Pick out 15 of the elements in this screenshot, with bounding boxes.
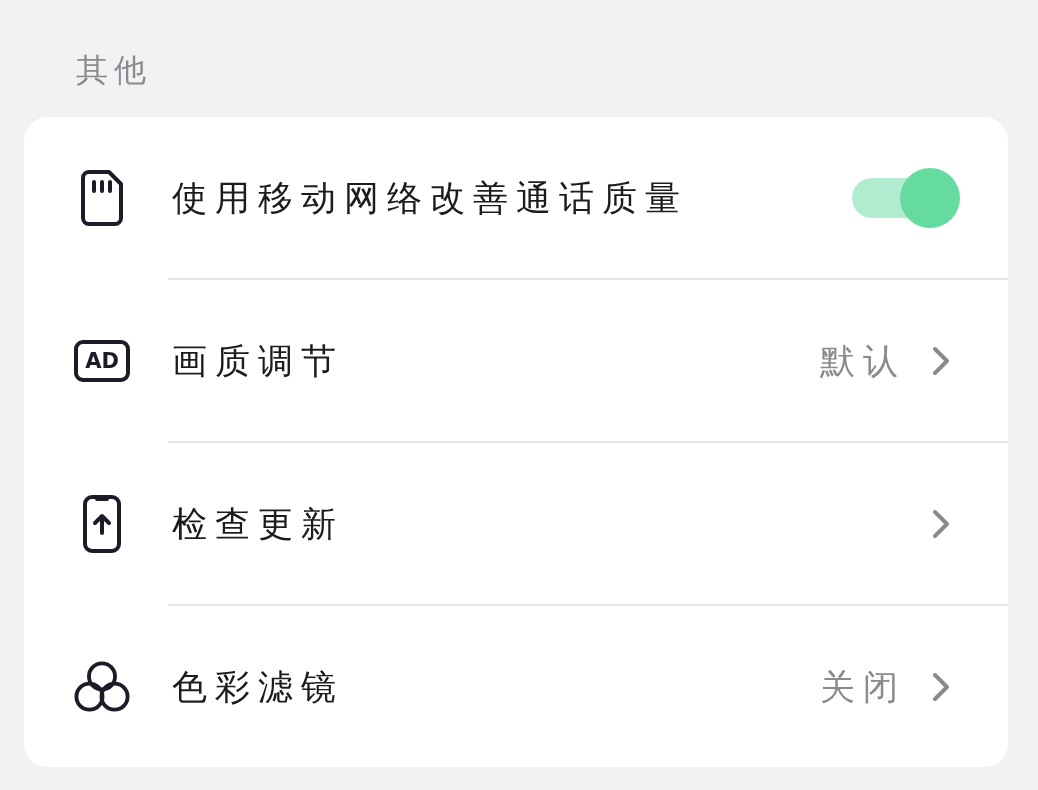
phone-upload-icon [83, 494, 121, 553]
three-rings-icon [74, 659, 130, 714]
setting-label[interactable]: 检查更新 [172, 501, 344, 546]
setting-label[interactable]: 色彩滤镜 [172, 664, 344, 709]
sim-card-icon [81, 169, 123, 226]
setting-label[interactable]: 使用移动网络改善通话质量 [172, 175, 688, 220]
ad-badge: AD [74, 339, 130, 382]
section-title: 其他 [76, 50, 152, 90]
toggle-switch[interactable] [852, 167, 960, 228]
chevron-right-icon [932, 345, 950, 376]
setting-label[interactable]: 画质调节 [172, 338, 344, 383]
chevron-right-icon [932, 671, 950, 702]
setting-value: 关闭 [820, 665, 906, 709]
chevron-right-icon [932, 508, 950, 539]
setting-value: 默认 [820, 339, 906, 383]
